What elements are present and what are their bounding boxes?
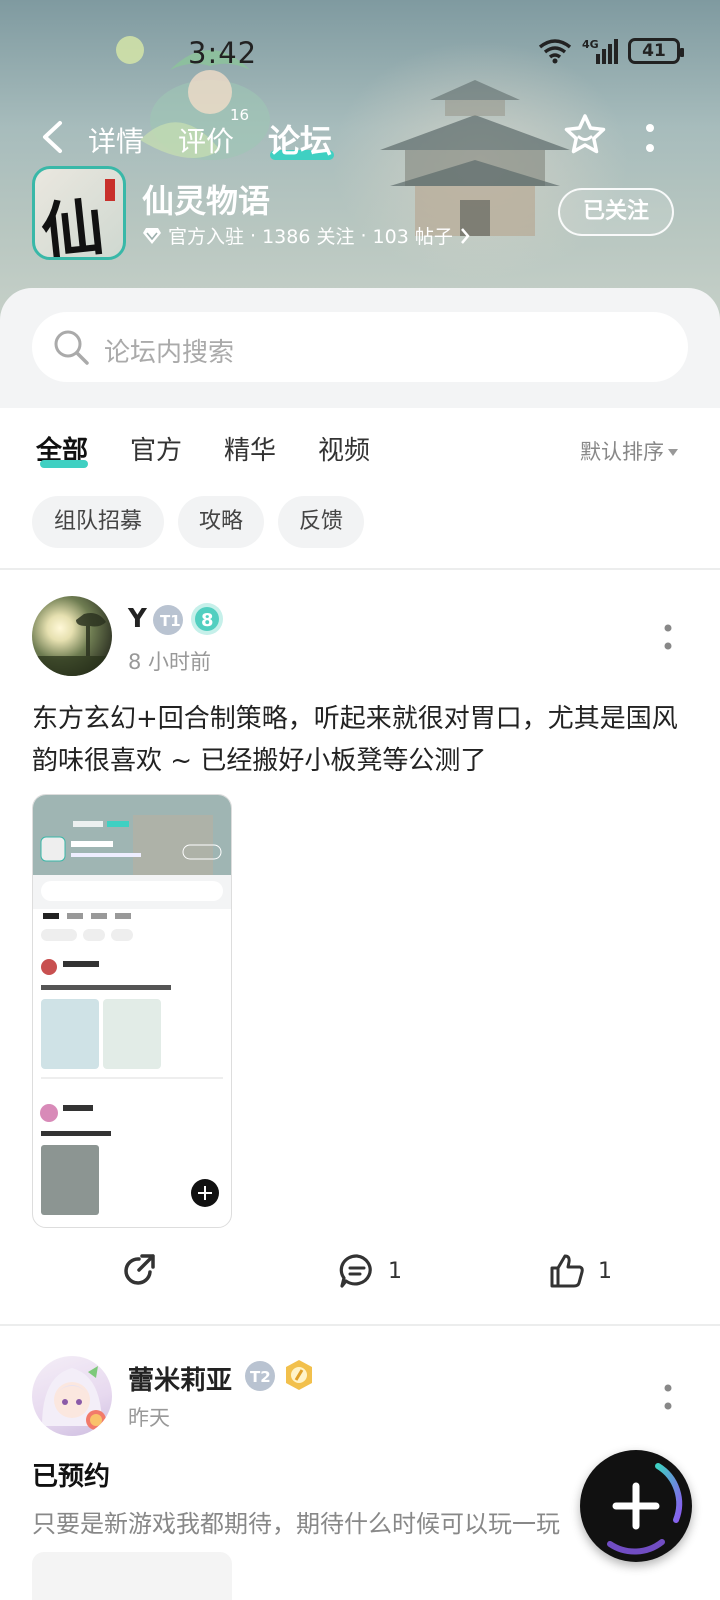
- post-more-icon[interactable]: [664, 624, 672, 650]
- follow-button[interactable]: 已关注: [558, 188, 674, 236]
- sort-dropdown[interactable]: 默认排序: [580, 436, 678, 466]
- forum-filter-tabs: 全部 官方 精华 视频 默认排序: [0, 408, 720, 488]
- plus-icon: [607, 1463, 683, 1555]
- svg-text:T1: T1: [160, 612, 181, 630]
- game-icon-seal: [105, 179, 115, 201]
- screenshot-thumbnail: [33, 795, 231, 1215]
- gold-medal-badge-icon: [286, 1360, 312, 1390]
- chip-guides[interactable]: 攻略: [178, 496, 264, 548]
- thumbs-up-icon: [550, 1254, 584, 1288]
- comment-button[interactable]: 1: [338, 1252, 402, 1290]
- top-nav: 详情 评价 16 论坛: [0, 106, 720, 162]
- share-icon: [124, 1254, 155, 1285]
- game-stats-link[interactable]: 官方入驻 · 1386 关注 · 103 帖子: [142, 222, 471, 249]
- game-title: 仙灵物语: [142, 182, 271, 220]
- forum-search-input[interactable]: 论坛内搜索: [32, 312, 688, 382]
- post-image-attachment[interactable]: [32, 1552, 232, 1600]
- post-count: 103 帖子: [372, 226, 453, 248]
- svg-text:8: 8: [201, 610, 214, 631]
- back-arrow-icon[interactable]: [40, 120, 64, 154]
- post-author[interactable]: 蕾米莉亚: [128, 1360, 232, 1397]
- post-title: 已预约: [32, 1462, 111, 1492]
- tab-reviews[interactable]: 评价: [178, 120, 234, 160]
- like-count: 1: [598, 1258, 612, 1284]
- avatar[interactable]: [32, 596, 112, 676]
- reviews-count-badge: 16: [230, 106, 250, 124]
- post-time: 昨天: [128, 1406, 170, 1430]
- cell-signal-icon: 4G: [582, 38, 618, 64]
- topic-chips: 组队招募 攻略 反馈: [32, 492, 712, 552]
- wifi-icon: [538, 39, 572, 64]
- game-info: 仙 仙灵物语 官方入驻 · 1386 关注 · 103 帖子 已关注: [32, 166, 692, 262]
- search-placeholder: 论坛内搜索: [104, 338, 235, 368]
- avatar-anime-girl: [42, 1366, 106, 1430]
- chip-team-recruit[interactable]: 组队招募: [32, 496, 164, 548]
- game-app-icon[interactable]: 仙: [32, 166, 126, 260]
- tab-details[interactable]: 详情: [88, 120, 144, 160]
- avatar-tree: [32, 613, 112, 676]
- comment-count: 1: [388, 1258, 402, 1284]
- post-image-attachment[interactable]: [32, 794, 232, 1228]
- level-8-badge-icon: 8: [191, 603, 223, 635]
- post-author[interactable]: Y: [128, 604, 147, 634]
- game-icon-glyph: 仙: [37, 189, 108, 260]
- tab-official[interactable]: 官方: [130, 430, 182, 467]
- svg-text:4G: 4G: [582, 38, 599, 51]
- status-bar: 3:42 4G 41: [0, 30, 720, 74]
- post-card[interactable]: Y T1 8 8 小时前 东方玄幻+回合制策略，听起来就很对胃口，尤其是国风韵味…: [0, 596, 720, 1316]
- battery-icon: 41: [628, 38, 684, 64]
- sort-label: 默认排序: [580, 440, 664, 464]
- search-section: 论坛内搜索: [0, 288, 720, 408]
- create-post-button[interactable]: [580, 1450, 692, 1562]
- tier-badge-icon: T1: [153, 605, 183, 635]
- search-icon: [54, 330, 89, 365]
- follower-count: 1386 关注: [262, 226, 355, 248]
- svg-text:T2: T2: [250, 1368, 271, 1386]
- chip-feedback[interactable]: 反馈: [278, 496, 364, 548]
- post-time: 8 小时前: [128, 650, 212, 674]
- status-time: 3:42: [188, 36, 258, 70]
- tier-badge-icon: T2: [245, 1361, 275, 1391]
- like-button[interactable]: 1: [548, 1252, 612, 1290]
- post-body: 东方玄幻+回合制策略，听起来就很对胃口，尤其是国风韵味很喜欢 ~ 已经搬好小板凳…: [32, 704, 678, 776]
- official-label: 官方入驻: [168, 226, 245, 248]
- all-tab-underline: [40, 460, 88, 468]
- status-icons: 4G 41: [538, 38, 684, 64]
- post-divider: [0, 1324, 720, 1326]
- favorite-star-icon[interactable]: [562, 112, 608, 158]
- tab-video[interactable]: 视频: [318, 430, 370, 467]
- avatar[interactable]: [32, 1356, 112, 1436]
- share-button[interactable]: [120, 1252, 158, 1290]
- tab-forum[interactable]: 论坛: [268, 116, 332, 162]
- post-actions: 1 1: [0, 1252, 720, 1312]
- comment-icon: [339, 1254, 372, 1288]
- verified-diamond-icon: [143, 227, 161, 244]
- caret-down-icon: [668, 449, 678, 456]
- more-options-icon[interactable]: [645, 124, 655, 152]
- tab-featured[interactable]: 精华: [224, 430, 276, 467]
- chevron-right-icon: [460, 227, 470, 244]
- post-more-icon[interactable]: [664, 1384, 672, 1410]
- section-divider: [0, 568, 720, 570]
